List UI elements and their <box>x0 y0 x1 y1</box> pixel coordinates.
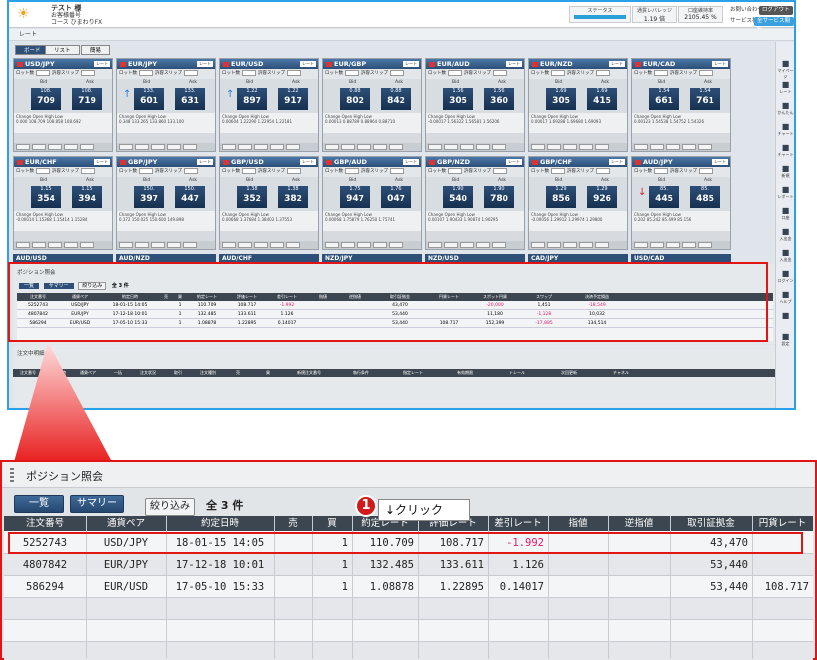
cell-exec: 1.08878 <box>369 581 414 593</box>
cell-yen: 108.717 <box>764 581 809 593</box>
cell-limit <box>548 576 608 598</box>
list-button[interactable]: 一覧 <box>14 495 64 513</box>
cell-sell <box>274 554 312 576</box>
cell-margin: 53,440 <box>710 559 748 571</box>
cell-date: 17-05-10 15:33 <box>175 581 265 593</box>
cell-limit <box>548 554 608 576</box>
cell-pair: EUR/USD <box>103 581 149 593</box>
table-row <box>4 620 813 642</box>
position-title: ポジション照会 <box>26 470 103 483</box>
position-count: 全 3 件 <box>206 499 244 512</box>
step-badge: 1 <box>355 495 377 517</box>
col-header-stop: 逆指値 <box>624 518 654 529</box>
col-header-diff: 差引レート <box>494 518 542 529</box>
cell-diff: 1.126 <box>512 559 544 571</box>
cell-stop <box>608 576 670 598</box>
summary-button[interactable]: サマリー <box>70 495 124 513</box>
filter-button[interactable]: 絞り込み <box>145 498 195 516</box>
table-row[interactable]: 4807842 EUR/JPY 17-12-18 10:01 1 132.485 133.… <box>4 554 813 576</box>
cell-order: 4807842 <box>22 559 68 571</box>
cell-buy: 1 <box>341 559 348 571</box>
cell-yen <box>752 554 813 576</box>
zoomed-header: ポジション照会 <box>2 462 815 488</box>
col-header-buy: 買 <box>327 518 337 529</box>
col-header-pair: 通貨ペア <box>106 518 145 529</box>
col-header-order: 注文番号 <box>25 518 64 529</box>
cell-stop <box>608 554 670 576</box>
col-header-limit: 指値 <box>568 518 588 529</box>
zoomed-position-panel: ポジション照会 一覧 サマリー 絞り込み 全 3 件 注文番号 通貨ペア 約定日時 売… <box>0 460 817 660</box>
cell-exec: 132.485 <box>369 559 414 571</box>
drag-grip-icon[interactable] <box>10 468 14 482</box>
col-header-date: 約定日時 <box>200 518 239 529</box>
col-header-margin: 取引証拠金 <box>687 518 735 529</box>
click-callout: ↓クリック <box>378 499 470 521</box>
cell-eval: 133.611 <box>439 559 484 571</box>
cell-buy: 1 <box>341 581 348 593</box>
tutorial-canvas: ☀ テスト 様 お客様番号 コース ひまわりFX ステータス 通貨レバレッジ 1… <box>0 0 817 660</box>
table-row <box>4 598 813 620</box>
cell-order: 586294 <box>26 581 64 593</box>
cell-diff: 0.14017 <box>499 581 544 593</box>
zoom-triangle <box>14 342 112 462</box>
cell-margin: 53,440 <box>710 581 748 593</box>
table-row <box>4 642 813 660</box>
col-header-yen: 円貨レート <box>758 518 807 529</box>
table-row[interactable]: 586294 EUR/USD 17-05-10 15:33 1 1.08878 1.228… <box>4 576 813 598</box>
cell-pair: EUR/JPY <box>103 559 149 571</box>
cell-date: 17-12-18 10:01 <box>175 559 265 571</box>
highlight-row <box>8 532 803 554</box>
cell-eval: 1.22895 <box>439 581 484 593</box>
cell-sell <box>274 576 312 598</box>
col-header-sell: 売 <box>288 518 298 529</box>
